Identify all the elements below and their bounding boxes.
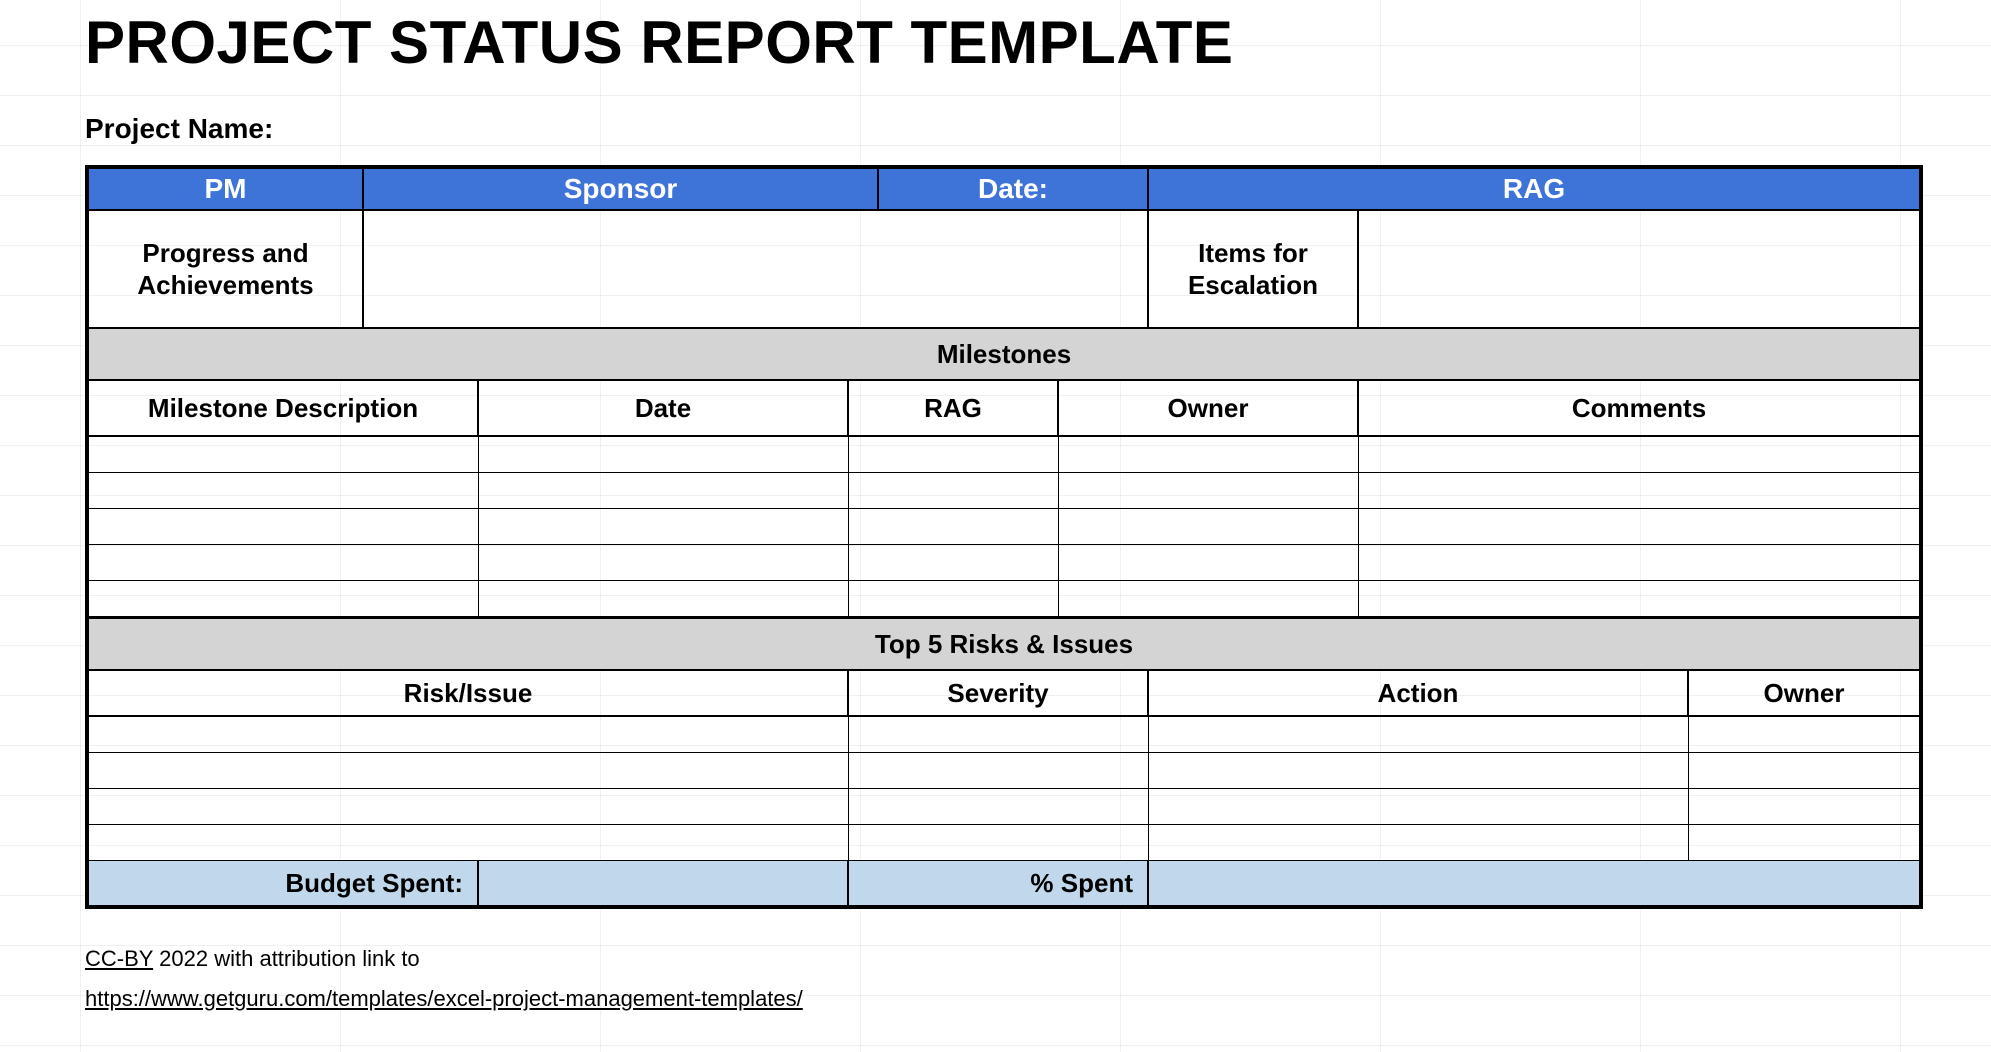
milestones-row bbox=[89, 581, 1919, 619]
milestone-rag-cell[interactable] bbox=[849, 473, 1059, 509]
milestones-row bbox=[89, 545, 1919, 581]
budget-pct-value[interactable] bbox=[1149, 861, 1919, 905]
milestone-description-cell[interactable] bbox=[89, 581, 479, 617]
milestone-description-cell[interactable] bbox=[89, 545, 479, 581]
risk-owner-cell[interactable] bbox=[1689, 825, 1919, 861]
summary-header-date[interactable]: Date: bbox=[879, 169, 1149, 211]
milestone-date-cell[interactable] bbox=[479, 581, 849, 617]
progress-achievements-label[interactable]: Progress and Achievements bbox=[89, 211, 364, 329]
budget-spent-value[interactable] bbox=[479, 861, 849, 905]
risk-issue-cell[interactable] bbox=[89, 789, 849, 825]
risks-col-severity[interactable]: Severity bbox=[849, 671, 1149, 717]
milestones-row bbox=[89, 437, 1919, 473]
ccby-link[interactable]: CC-BY bbox=[85, 946, 153, 971]
risks-row bbox=[89, 717, 1919, 753]
milestones-row bbox=[89, 473, 1919, 509]
budget-pct-label[interactable]: % Spent bbox=[849, 861, 1149, 905]
items-for-escalation-value[interactable] bbox=[1359, 211, 1919, 329]
milestone-comments-cell[interactable] bbox=[1359, 545, 1919, 581]
budget-row: Budget Spent: % Spent bbox=[89, 861, 1919, 905]
risks-row bbox=[89, 825, 1919, 861]
risk-severity-cell[interactable] bbox=[849, 717, 1149, 753]
attribution-line-1: CC-BY 2022 with attribution link to bbox=[85, 939, 1925, 979]
milestones-header-row: Milestone Description Date RAG Owner Com… bbox=[89, 381, 1919, 437]
attribution-line-1-rest: 2022 with attribution link to bbox=[153, 946, 420, 971]
milestone-comments-cell[interactable] bbox=[1359, 473, 1919, 509]
milestone-owner-cell[interactable] bbox=[1059, 509, 1359, 545]
milestone-description-cell[interactable] bbox=[89, 437, 479, 473]
risk-severity-cell[interactable] bbox=[849, 753, 1149, 789]
milestone-rag-cell[interactable] bbox=[849, 509, 1059, 545]
risks-banner: Top 5 Risks & Issues bbox=[89, 619, 1919, 671]
summary-header-pm[interactable]: PM bbox=[89, 169, 364, 211]
milestone-owner-cell[interactable] bbox=[1059, 545, 1359, 581]
risk-action-cell[interactable] bbox=[1149, 753, 1689, 789]
milestone-description-cell[interactable] bbox=[89, 509, 479, 545]
milestone-comments-cell[interactable] bbox=[1359, 437, 1919, 473]
milestone-date-cell[interactable] bbox=[479, 473, 849, 509]
milestone-date-cell[interactable] bbox=[479, 509, 849, 545]
milestone-rag-cell[interactable] bbox=[849, 545, 1059, 581]
risk-severity-cell[interactable] bbox=[849, 825, 1149, 861]
risk-action-cell[interactable] bbox=[1149, 789, 1689, 825]
risks-header-row: Risk/Issue Severity Action Owner bbox=[89, 671, 1919, 717]
progress-escalation-row: Progress and Achievements Items for Esca… bbox=[89, 211, 1919, 329]
milestone-date-cell[interactable] bbox=[479, 545, 849, 581]
items-for-escalation-label[interactable]: Items for Escalation bbox=[1149, 211, 1359, 329]
attribution-line-2: https://www.getguru.com/templates/excel-… bbox=[85, 979, 1925, 1019]
risks-col-issue[interactable]: Risk/Issue bbox=[89, 671, 849, 717]
risk-issue-cell[interactable] bbox=[89, 825, 849, 861]
summary-header-row: PM Sponsor Date: RAG bbox=[89, 169, 1919, 211]
risks-col-action[interactable]: Action bbox=[1149, 671, 1689, 717]
risks-row bbox=[89, 789, 1919, 825]
attribution-block: CC-BY 2022 with attribution link to http… bbox=[85, 939, 1925, 1018]
risk-issue-cell[interactable] bbox=[89, 753, 849, 789]
risk-action-cell[interactable] bbox=[1149, 717, 1689, 753]
summary-header-sponsor[interactable]: Sponsor bbox=[364, 169, 879, 211]
attribution-url-link[interactable]: https://www.getguru.com/templates/excel-… bbox=[85, 986, 803, 1011]
summary-header-rag[interactable]: RAG bbox=[1149, 169, 1919, 211]
page-title: PROJECT STATUS REPORT TEMPLATE bbox=[85, 8, 1925, 77]
project-name-label[interactable]: Project Name: bbox=[85, 113, 1925, 145]
risk-severity-cell[interactable] bbox=[849, 789, 1149, 825]
milestone-rag-cell[interactable] bbox=[849, 437, 1059, 473]
milestones-col-description[interactable]: Milestone Description bbox=[89, 381, 479, 437]
budget-spent-label[interactable]: Budget Spent: bbox=[89, 861, 479, 905]
milestone-description-cell[interactable] bbox=[89, 473, 479, 509]
risk-issue-cell[interactable] bbox=[89, 717, 849, 753]
progress-achievements-value[interactable] bbox=[364, 211, 1149, 329]
risk-owner-cell[interactable] bbox=[1689, 717, 1919, 753]
milestones-col-date[interactable]: Date bbox=[479, 381, 849, 437]
milestone-owner-cell[interactable] bbox=[1059, 437, 1359, 473]
milestone-date-cell[interactable] bbox=[479, 437, 849, 473]
milestone-rag-cell[interactable] bbox=[849, 581, 1059, 617]
risk-action-cell[interactable] bbox=[1149, 825, 1689, 861]
risk-owner-cell[interactable] bbox=[1689, 789, 1919, 825]
risks-col-owner[interactable]: Owner bbox=[1689, 671, 1919, 717]
milestones-col-owner[interactable]: Owner bbox=[1059, 381, 1359, 437]
report-table: PM Sponsor Date: RAG Progress and Achiev… bbox=[85, 165, 1923, 909]
milestones-row bbox=[89, 509, 1919, 545]
milestones-col-rag[interactable]: RAG bbox=[849, 381, 1059, 437]
milestone-comments-cell[interactable] bbox=[1359, 581, 1919, 617]
milestone-comments-cell[interactable] bbox=[1359, 509, 1919, 545]
milestones-col-comments[interactable]: Comments bbox=[1359, 381, 1919, 437]
report-content: PROJECT STATUS REPORT TEMPLATE Project N… bbox=[85, 8, 1925, 1018]
milestone-owner-cell[interactable] bbox=[1059, 473, 1359, 509]
risk-owner-cell[interactable] bbox=[1689, 753, 1919, 789]
milestone-owner-cell[interactable] bbox=[1059, 581, 1359, 617]
milestones-banner: Milestones bbox=[89, 329, 1919, 381]
risks-row bbox=[89, 753, 1919, 789]
